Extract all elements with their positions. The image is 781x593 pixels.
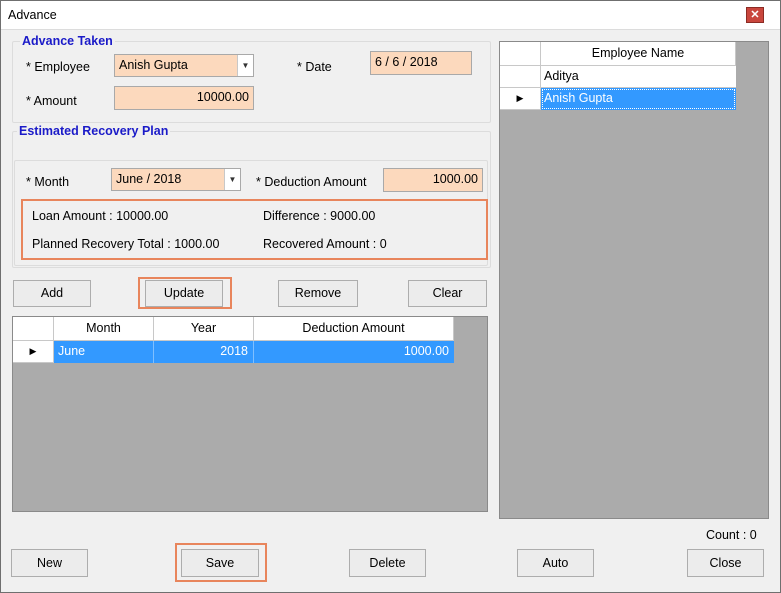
table-cell-year[interactable]: 2018 xyxy=(154,341,254,363)
amount-field[interactable]: 10000.00 xyxy=(114,86,254,110)
deduction-amount-value: 1000.00 xyxy=(432,172,478,186)
close-button[interactable]: Close xyxy=(687,549,764,577)
add-button[interactable]: Add xyxy=(13,280,91,307)
amount-label: * Amount xyxy=(26,94,77,108)
title-bar: Advance ✕ xyxy=(1,1,780,30)
employee-row-aditya[interactable]: Aditya xyxy=(541,66,736,88)
employee-grid[interactable]: Employee Name Aditya ▶ Anish Gupta xyxy=(499,41,769,519)
amount-value: 10000.00 xyxy=(196,90,249,104)
column-header-deduction-amount[interactable]: Deduction Amount xyxy=(254,317,454,341)
employee-value: Anish Gupta xyxy=(119,58,188,72)
row-selector-icon[interactable]: ▶ xyxy=(500,88,541,110)
grid-corner xyxy=(13,317,54,341)
date-label: * Date xyxy=(297,60,332,74)
date-value: 6 / 6 / 2018 xyxy=(375,55,438,69)
delete-button[interactable]: Delete xyxy=(349,549,426,577)
month-dropdown-arrow-icon[interactable]: ▼ xyxy=(224,169,240,190)
row-selector[interactable] xyxy=(500,66,541,88)
month-label: * Month xyxy=(26,175,70,189)
advance-taken-title: Advance Taken xyxy=(20,34,115,48)
employee-label: * Employee xyxy=(26,60,90,74)
month-select[interactable]: June / 2018 xyxy=(111,168,241,191)
auto-button[interactable]: Auto xyxy=(517,549,594,577)
update-button[interactable]: Update xyxy=(145,280,223,307)
month-value: June / 2018 xyxy=(116,172,182,186)
table-cell-deduction-amount[interactable]: 1000.00 xyxy=(254,341,454,363)
loan-amount-text: Loan Amount : 10000.00 xyxy=(32,209,169,223)
recovery-plan-grid[interactable]: Month Year Deduction Amount ▶ June 2018 … xyxy=(12,316,488,512)
date-field[interactable]: 6 / 6 / 2018 xyxy=(370,51,472,75)
column-header-month[interactable]: Month xyxy=(54,317,154,341)
clear-button[interactable]: Clear xyxy=(408,280,487,307)
row-selector-icon[interactable]: ▶ xyxy=(13,341,54,363)
deduction-amount-label: * Deduction Amount xyxy=(256,175,367,189)
employee-grid-corner xyxy=(500,42,541,66)
window-title: Advance xyxy=(8,8,57,22)
save-button[interactable]: Save xyxy=(181,549,259,577)
recovered-amount-text: Recovered Amount : 0 xyxy=(263,237,387,251)
count-text: Count : 0 xyxy=(706,528,757,542)
deduction-amount-field[interactable]: 1000.00 xyxy=(383,168,483,192)
new-button[interactable]: New xyxy=(11,549,88,577)
advance-window: Advance ✕ Advance Taken * Employee Anish… xyxy=(0,0,781,593)
remove-button[interactable]: Remove xyxy=(278,280,358,307)
difference-text: Difference : 9000.00 xyxy=(263,209,376,223)
recovery-plan-title: Estimated Recovery Plan xyxy=(17,124,171,138)
employee-row-anish-gupta[interactable]: Anish Gupta xyxy=(541,88,736,110)
employee-dropdown-arrow-icon[interactable]: ▼ xyxy=(237,55,253,76)
employee-select[interactable]: Anish Gupta xyxy=(114,54,254,77)
column-header-employee-name[interactable]: Employee Name xyxy=(541,42,736,66)
table-cell-month[interactable]: June xyxy=(54,341,154,363)
column-header-year[interactable]: Year xyxy=(154,317,254,341)
close-window-icon[interactable]: ✕ xyxy=(746,7,764,23)
planned-recovery-total-text: Planned Recovery Total : 1000.00 xyxy=(32,237,220,251)
